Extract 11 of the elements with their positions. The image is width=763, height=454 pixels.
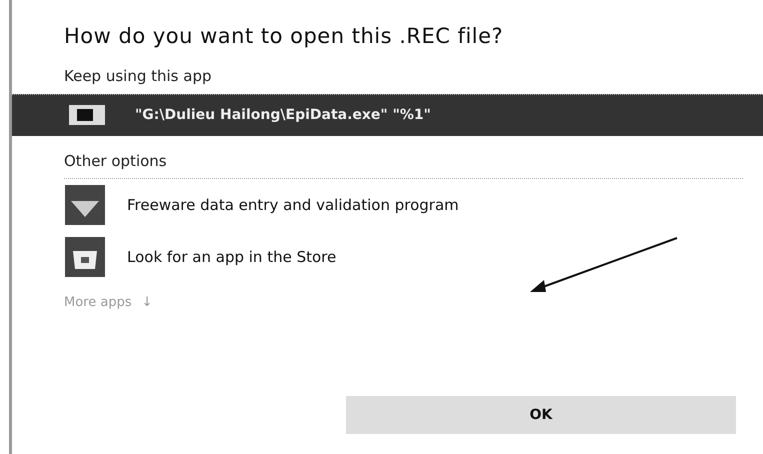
app-option[interactable]: "G:\Dulieu Hailong\EpiData.exe" "%1" — [12, 94, 763, 136]
section-heading: Other options — [64, 150, 168, 172]
dialog-title: How do you want to open this .REC file? — [64, 24, 504, 50]
down-arrow-icon: ↓ — [142, 293, 153, 313]
funnel-icon — [65, 185, 105, 226]
app-option[interactable]: Freeware data entry and validation program — [12, 179, 763, 232]
store-icon — [65, 237, 105, 278]
window-icon — [69, 105, 105, 126]
section-heading: Keep using this app — [64, 66, 212, 88]
app-option[interactable]: Look for an app in the Store — [12, 231, 763, 284]
ok-button[interactable]: OK — [346, 396, 736, 434]
